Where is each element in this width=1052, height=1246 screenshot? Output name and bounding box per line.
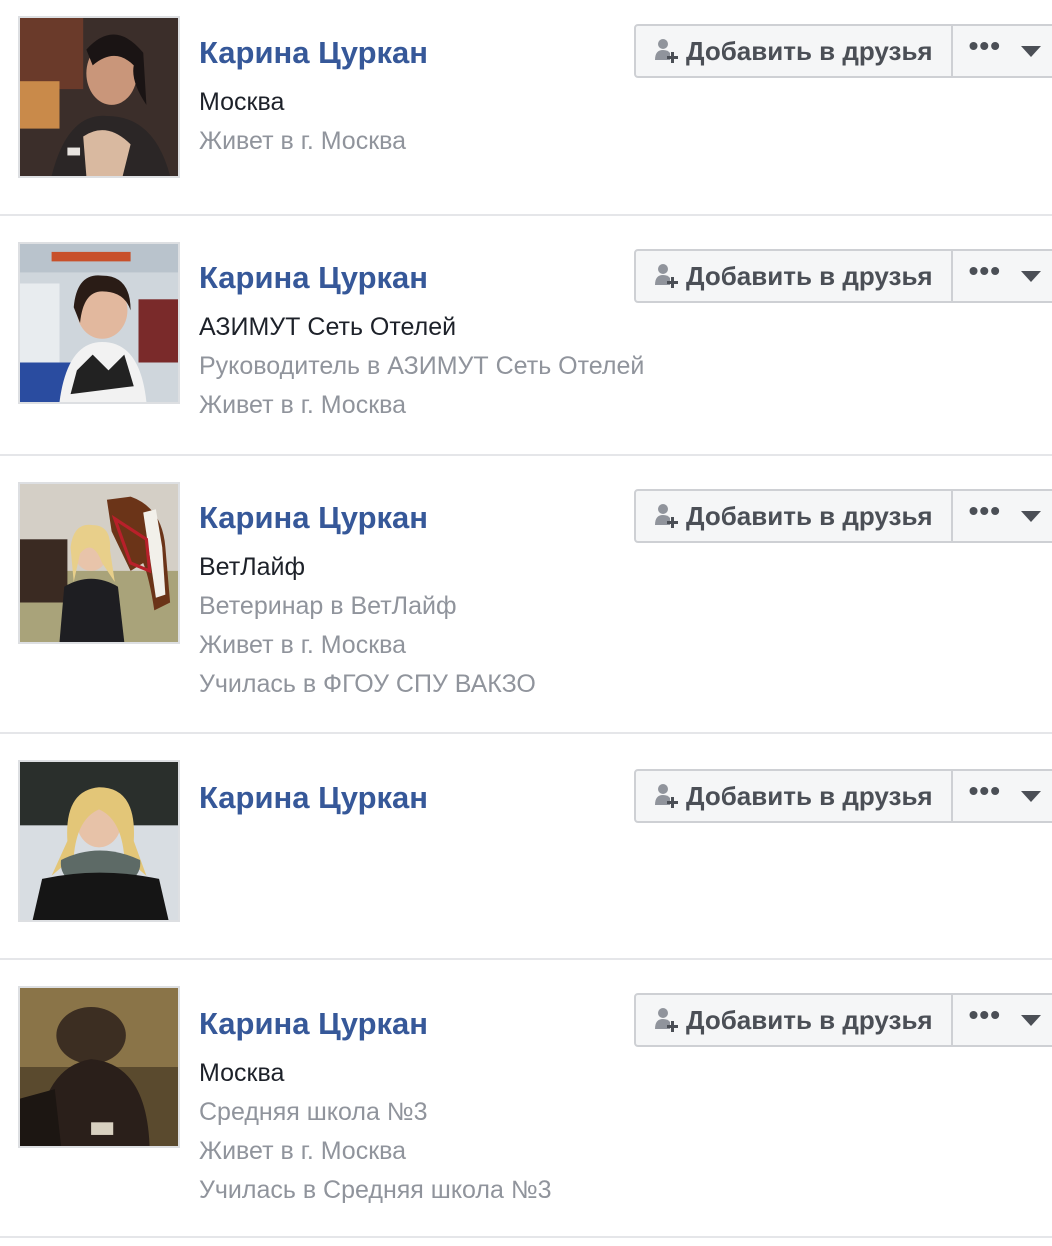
friend-actions: Добавить в друзья ••• (634, 24, 1052, 78)
profile-detail-line: Училась в ФГОУ СПУ ВАКЗО (199, 670, 536, 698)
friend-actions: Добавить в друзья ••• (634, 769, 1052, 823)
profile-detail-line: Живет в г. Москва (199, 391, 407, 419)
more-dots-icon: ••• (968, 30, 1002, 61)
profile-photo-image (20, 244, 178, 402)
profile-photo-image (20, 484, 178, 642)
chevron-down-icon (1021, 270, 1042, 282)
add-friend-button[interactable]: Добавить в друзья (634, 993, 953, 1047)
add-friend-label: Добавить в друзья (686, 260, 933, 291)
add-friend-label: Добавить в друзья (686, 1004, 933, 1035)
more-options-button[interactable]: ••• (952, 249, 1052, 303)
add-friend-icon (655, 784, 678, 808)
search-result: Карина Цуркан АЗИМУТ Сеть Отелей Руковод… (0, 216, 1052, 456)
profile-detail-line: Ветеринар в ВетЛайф (199, 592, 457, 620)
add-friend-icon (655, 39, 678, 63)
profile-photo[interactable] (18, 986, 180, 1148)
add-friend-button[interactable]: Добавить в друзья (634, 769, 953, 823)
profile-name-link[interactable]: Карина Цуркан (199, 33, 428, 73)
friend-actions: Добавить в друзья ••• (634, 249, 1052, 303)
add-friend-button[interactable]: Добавить в друзья (634, 249, 953, 303)
more-options-button[interactable]: ••• (952, 24, 1052, 78)
add-friend-label: Добавить в друзья (686, 780, 933, 811)
profile-photo[interactable] (18, 760, 180, 922)
friend-actions: Добавить в друзья ••• (634, 489, 1052, 543)
add-friend-icon (655, 1008, 678, 1032)
search-result: Карина Цуркан Москва Живет в г. Москва Д… (0, 0, 1052, 216)
profile-detail-line: Москва (199, 1059, 285, 1087)
profile-name-link[interactable]: Карина Цуркан (199, 778, 428, 818)
profile-photo[interactable] (18, 242, 180, 404)
profile-detail-line: Средняя школа №3 (199, 1098, 428, 1126)
add-friend-icon (655, 264, 678, 288)
profile-detail-line: Живет в г. Москва (199, 127, 407, 155)
profile-photo-image (20, 988, 178, 1146)
search-result: Карина Цуркан Добавить в друзья ••• (0, 734, 1052, 960)
add-friend-button[interactable]: Добавить в друзья (634, 489, 953, 543)
profile-photo[interactable] (18, 16, 180, 178)
add-friend-label: Добавить в друзья (686, 35, 933, 66)
more-options-button[interactable]: ••• (952, 489, 1052, 543)
profile-name-link[interactable]: Карина Цуркан (199, 498, 536, 538)
more-dots-icon: ••• (968, 255, 1002, 286)
chevron-down-icon (1021, 510, 1042, 522)
profile-name-link[interactable]: Карина Цуркан (199, 258, 644, 298)
search-result: Карина Цуркан ВетЛайф Ветеринар в ВетЛай… (0, 456, 1052, 734)
more-options-button[interactable]: ••• (952, 993, 1052, 1047)
profile-photo-image (20, 18, 178, 176)
profile-photo[interactable] (18, 482, 180, 644)
chevron-down-icon (1021, 790, 1042, 802)
more-dots-icon: ••• (968, 495, 1002, 526)
profile-detail-line: ВетЛайф (199, 553, 306, 581)
more-dots-icon: ••• (968, 999, 1002, 1030)
profile-detail-line: АЗИМУТ Сеть Отелей (199, 313, 457, 341)
profile-name-link[interactable]: Карина Цуркан (199, 1004, 552, 1044)
add-friend-icon (655, 504, 678, 528)
chevron-down-icon (1021, 45, 1042, 57)
more-dots-icon: ••• (968, 775, 1002, 806)
profile-detail-line: Живет в г. Москва (199, 631, 407, 659)
more-options-button[interactable]: ••• (952, 769, 1052, 823)
search-result: Карина Цуркан Москва Средняя школа №3 Жи… (0, 960, 1052, 1238)
friend-actions: Добавить в друзья ••• (634, 993, 1052, 1047)
profile-detail-line: Живет в г. Москва (199, 1137, 407, 1165)
add-friend-button[interactable]: Добавить в друзья (634, 24, 953, 78)
profile-detail-line: Руководитель в АЗИМУТ Сеть Отелей (199, 352, 645, 380)
profile-detail-line: Училась в Средняя школа №3 (199, 1176, 552, 1204)
chevron-down-icon (1021, 1014, 1042, 1026)
add-friend-label: Добавить в друзья (686, 500, 933, 531)
profile-photo-image (20, 762, 178, 920)
profile-detail-line: Москва (199, 88, 285, 116)
